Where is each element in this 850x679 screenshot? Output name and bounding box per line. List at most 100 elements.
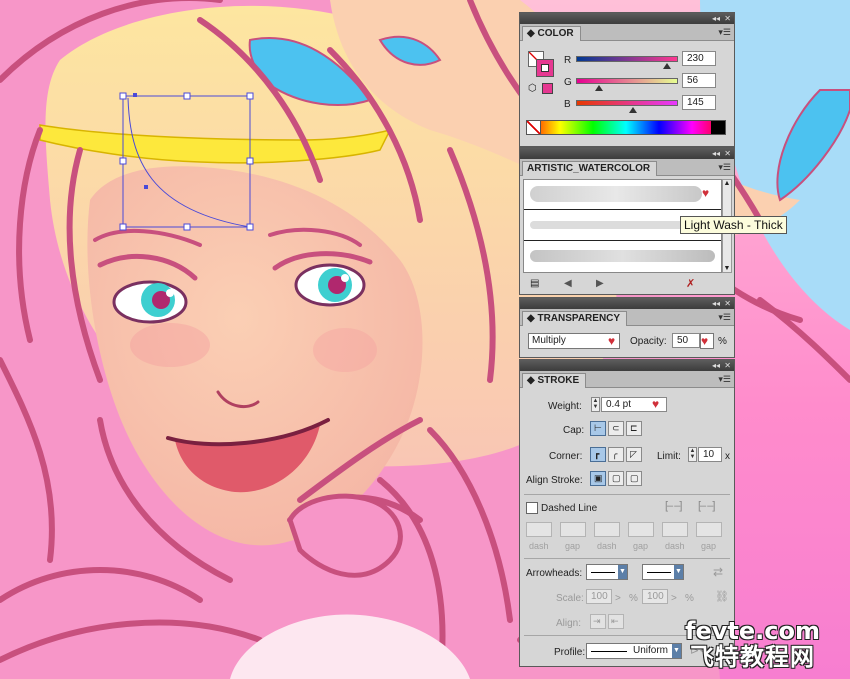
align-center-icon: ▣ — [594, 473, 603, 483]
limit-stepper[interactable]: ▲ ▼ — [688, 447, 697, 462]
end-scale-arrow-icon[interactable]: > — [671, 592, 677, 605]
dash-label: dash — [665, 541, 685, 551]
collapse-icon[interactable]: ◂◂ — [712, 360, 720, 371]
g-value-field[interactable]: 56 — [682, 73, 716, 88]
last-color-swatch[interactable] — [542, 83, 553, 94]
round-join-button[interactable]: ╭ — [608, 447, 624, 462]
fill-swatch[interactable] — [536, 59, 554, 77]
align-label: Align: — [556, 618, 582, 629]
weight-label: Weight: — [548, 401, 582, 412]
butt-cap-icon: ⊢ — [594, 423, 602, 433]
profile-select[interactable]: Uniform ▼ — [586, 643, 682, 659]
b-slider-thumb[interactable] — [629, 107, 637, 113]
none-swatch[interactable] — [527, 121, 541, 134]
start-scale-field[interactable]: 100 — [586, 589, 612, 604]
g-slider[interactable] — [576, 78, 678, 84]
end-scale-field[interactable]: 100 — [642, 589, 668, 604]
panel-titlebar[interactable]: ◂◂ ✕ — [520, 13, 734, 24]
cursor-check-icon: ♥ — [608, 334, 616, 348]
close-icon[interactable]: ✕ — [724, 298, 731, 309]
end-arrowhead-select[interactable]: ▼ — [642, 564, 684, 580]
cursor-check-icon: ♥ — [652, 397, 660, 411]
tab-artistic-watercolor[interactable]: ARTISTIC_WATERCOLOR — [522, 161, 658, 176]
close-icon[interactable]: ✕ — [724, 13, 731, 24]
dash-preserve-icon[interactable]: [‒ ‒] — [665, 500, 682, 512]
bevel-join-icon: ◸ — [630, 449, 637, 459]
close-icon[interactable]: ✕ — [724, 148, 731, 159]
cube-icon: ⬡ — [528, 83, 537, 94]
cap-label: Cap: — [563, 425, 585, 436]
blend-mode-select[interactable]: Multiply ♥ — [528, 333, 620, 349]
align-inside-button[interactable]: ▢ — [608, 471, 624, 486]
tab-stroke[interactable]: ◆ STROKE — [522, 373, 587, 388]
black-swatch[interactable] — [711, 121, 725, 134]
brush-item-light-wash-thick[interactable]: ♥ — [524, 180, 721, 210]
align-center-button[interactable]: ▣ — [590, 471, 606, 486]
corner-label: Corner: — [549, 451, 583, 462]
r-value-field[interactable]: 230 — [682, 51, 716, 66]
panel-menu-icon[interactable]: ▾☰ — [718, 27, 731, 37]
gap-3-field[interactable] — [696, 522, 722, 537]
opacity-dropdown[interactable]: ♥ — [700, 333, 714, 349]
round-cap-button[interactable]: ⊂ — [608, 421, 624, 436]
panel-menu-icon[interactable]: ▾☰ — [718, 312, 731, 322]
gap-2-field[interactable] — [628, 522, 654, 537]
next-library-icon[interactable]: ▶ — [596, 278, 604, 289]
dash-2-field[interactable] — [594, 522, 620, 537]
opacity-field[interactable]: 50 — [672, 333, 700, 348]
close-icon[interactable]: ✕ — [724, 360, 731, 371]
r-slider[interactable] — [576, 56, 678, 62]
color-spectrum-bar[interactable] — [526, 120, 726, 135]
weight-field[interactable]: 0.4 pt ♥ — [601, 397, 667, 412]
panel-titlebar[interactable]: ◂◂ ✕ — [520, 298, 734, 309]
remove-brush-stroke-icon[interactable]: ✗ — [686, 277, 695, 290]
panel-menu-icon[interactable]: ▾☰ — [718, 374, 731, 384]
start-scale-arrow-icon[interactable]: > — [615, 592, 621, 605]
tab-transparency[interactable]: ◆ TRANSPARENCY — [522, 311, 628, 326]
gap-1-field[interactable] — [560, 522, 586, 537]
arrowheads-label: Arrowheads: — [526, 568, 583, 579]
color-panel: ◂◂ ✕ ◆ COLOR ▾☰ ⬡ R 230 G 56 B 145 — [519, 12, 735, 147]
scale-label: Scale: — [556, 593, 584, 604]
dashed-line-label: Dashed Line — [541, 503, 598, 514]
arrow-extend-button[interactable]: ⇥ — [590, 614, 606, 629]
collapse-icon[interactable]: ◂◂ — [712, 148, 720, 159]
align-outside-icon: ▢ — [630, 473, 639, 483]
brush-libraries-menu-icon[interactable]: ▤ — [530, 278, 539, 289]
watermark-site-name: 飞特教程网 — [690, 643, 815, 671]
g-slider-thumb[interactable] — [595, 85, 603, 91]
chevron-down-icon: ▼ — [672, 644, 681, 658]
butt-cap-button[interactable]: ⊢ — [590, 421, 606, 436]
dash-3-field[interactable] — [662, 522, 688, 537]
previous-library-icon[interactable]: ◀ — [564, 278, 572, 289]
dash-align-icon[interactable]: [‒ ‒] — [698, 500, 715, 512]
dashed-line-checkbox[interactable] — [526, 502, 538, 514]
panel-titlebar[interactable]: ◂◂ ✕ — [520, 360, 734, 371]
bevel-join-button[interactable]: ◸ — [626, 447, 642, 462]
cursor-check-icon: ♥ — [701, 334, 709, 348]
b-slider[interactable] — [576, 100, 678, 106]
collapse-icon[interactable]: ◂◂ — [712, 13, 720, 24]
dash-1-field[interactable] — [526, 522, 552, 537]
link-scale-icon[interactable]: ⛓ — [715, 590, 729, 603]
b-value-field[interactable]: 145 — [682, 95, 716, 110]
weight-stepper[interactable]: ▲ ▼ — [591, 397, 600, 412]
brush-item-3[interactable] — [524, 242, 721, 272]
align-outside-button[interactable]: ▢ — [626, 471, 642, 486]
projecting-cap-button[interactable]: ⊏ — [626, 421, 642, 436]
limit-label: Limit: — [657, 451, 681, 462]
panel-titlebar[interactable]: ◂◂ ✕ — [520, 148, 734, 159]
limit-field[interactable]: 10 — [698, 447, 722, 462]
r-slider-thumb[interactable] — [663, 63, 671, 69]
miter-join-button[interactable]: ┏ — [590, 447, 606, 462]
tab-color[interactable]: ◆ COLOR — [522, 26, 581, 41]
percent-label: % — [685, 593, 694, 604]
swap-arrowheads-icon[interactable]: ⇄ — [713, 565, 723, 579]
panel-menu-icon[interactable]: ▾☰ — [718, 162, 731, 172]
arrow-place-button[interactable]: ⇤ — [608, 614, 624, 629]
start-arrowhead-select[interactable]: ▼ — [586, 564, 628, 580]
gap-label: gap — [633, 541, 649, 551]
chevron-down-icon: ▼ — [618, 565, 627, 579]
collapse-icon[interactable]: ◂◂ — [712, 298, 720, 309]
cursor-check-icon: ♥ — [702, 186, 710, 200]
